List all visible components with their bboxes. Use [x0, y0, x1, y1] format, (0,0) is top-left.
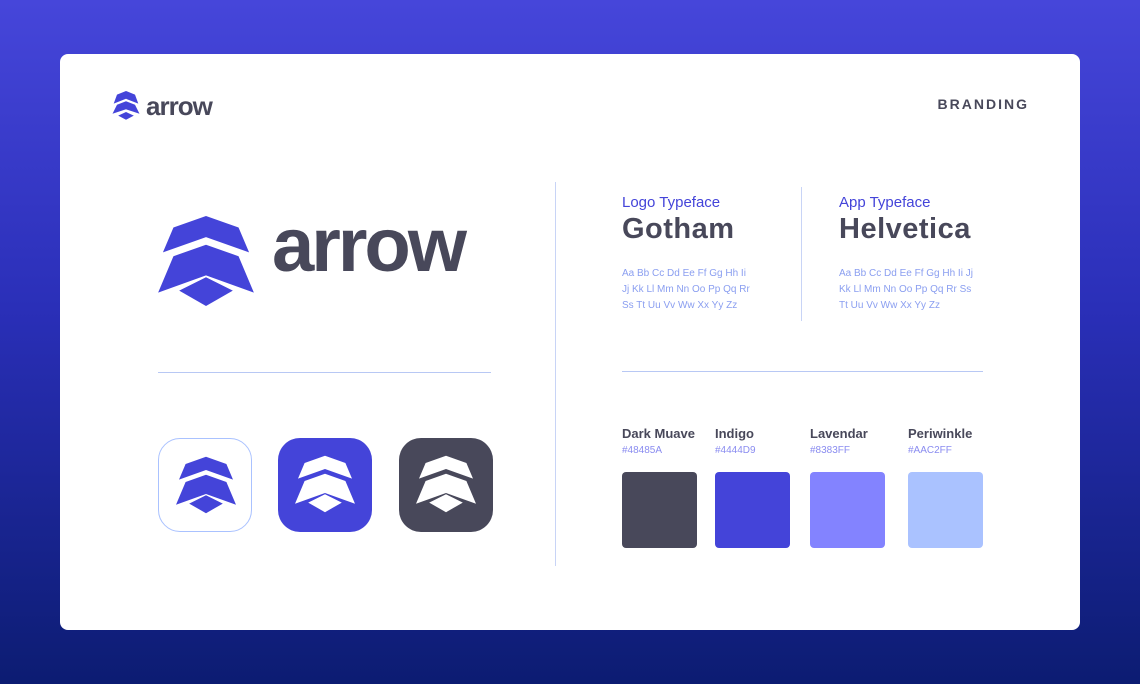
app-icon-light	[158, 438, 252, 532]
typeface-sample: Aa Bb Cc Dd Ee Ff Gg Hh Ii Jj Kk Ll Mm N…	[622, 266, 750, 314]
sample-line: Jj Kk Ll Mm Nn Oo Pp Qq Rr	[622, 284, 750, 295]
swatch-name: Dark Muave	[622, 426, 695, 441]
sample-line: Kk Ll Mm Nn Oo Pp Qq Rr Ss	[839, 284, 972, 295]
app-typeface: App Typeface Helvetica Aa Bb Cc Dd Ee Ff…	[839, 194, 973, 314]
swatch-name: Indigo	[715, 426, 754, 441]
typeface-name: Helvetica	[839, 213, 971, 245]
swatch-hex: #8383FF	[810, 445, 851, 456]
swatch-hex: #4444D9	[715, 445, 756, 456]
arrow-icon	[416, 455, 476, 513]
typeface-sample: Aa Bb Cc Dd Ee Ff Gg Hh Ii Jj Kk Ll Mm N…	[839, 266, 973, 314]
sample-line: Aa Bb Cc Dd Ee Ff Gg Hh Ii	[622, 268, 746, 279]
app-icon-indigo	[278, 438, 372, 532]
swatch-periwinkle: Periwinkle #AAC2FF	[908, 426, 983, 548]
color-chip	[622, 472, 697, 548]
primary-logo-wordmark: arrow	[272, 203, 467, 288]
swatch-name: Periwinkle	[908, 426, 973, 441]
typeface-divider	[801, 187, 802, 321]
typeface-name: Gotham	[622, 213, 735, 245]
divider	[158, 372, 491, 373]
app-icon-dark	[399, 438, 493, 532]
arrow-logo-icon	[112, 91, 140, 120]
sample-line: Tt Uu Vv Ww Xx Yy Zz	[839, 300, 940, 311]
header-logo-wordmark: arrow	[146, 91, 213, 121]
color-chip	[810, 472, 885, 548]
swatch-hex: #48485A	[622, 445, 663, 456]
vertical-divider	[555, 182, 556, 566]
typeface-label: Logo Typeface	[622, 194, 721, 211]
typeface-label: App Typeface	[839, 194, 931, 211]
arrow-icon	[295, 455, 355, 513]
divider	[622, 371, 983, 372]
branding-card: arrow BRANDING arrow Logo Typeface Gotha…	[60, 54, 1080, 630]
color-chip	[715, 472, 790, 548]
swatch-indigo: Indigo #4444D9	[715, 426, 790, 548]
swatch-hex: #AAC2FF	[908, 445, 952, 456]
swatch-dark-muave: Dark Muave #48485A	[622, 426, 697, 548]
swatch-name: Lavendar	[810, 426, 868, 441]
swatch-lavendar: Lavendar #8383FF	[810, 426, 885, 548]
color-chip	[908, 472, 983, 548]
sample-line: Aa Bb Cc Dd Ee Ff Gg Hh Ii Jj	[839, 268, 973, 279]
section-label: BRANDING	[937, 96, 1029, 112]
arrow-logo-icon	[158, 216, 254, 306]
arrow-icon	[176, 456, 236, 514]
logo-typeface: Logo Typeface Gotham Aa Bb Cc Dd Ee Ff G…	[622, 194, 750, 314]
sample-line: Ss Tt Uu Vv Ww Xx Yy Zz	[622, 300, 738, 311]
